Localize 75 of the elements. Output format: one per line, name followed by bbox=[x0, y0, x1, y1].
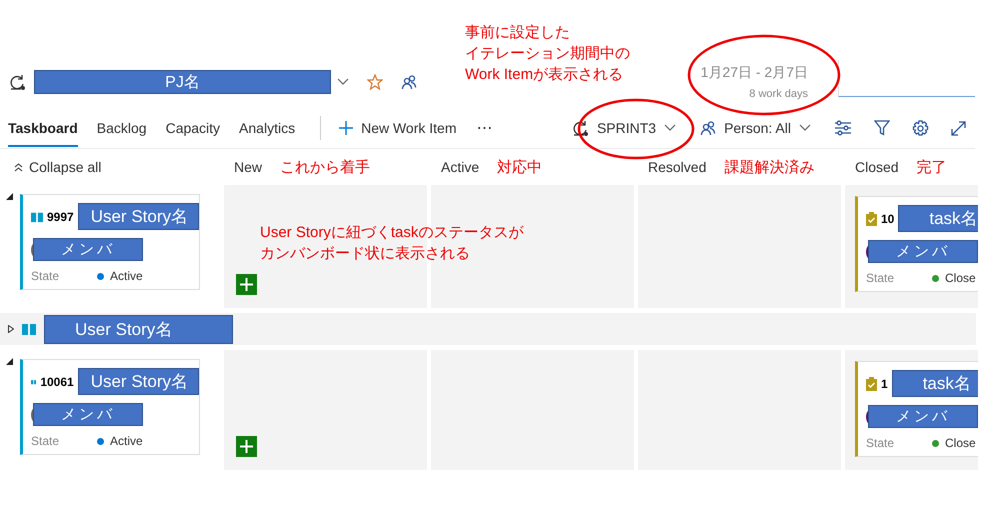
state-value: Active bbox=[110, 434, 143, 448]
book-icon bbox=[31, 210, 43, 222]
settings-icon[interactable] bbox=[912, 120, 929, 136]
column-header: New bbox=[234, 159, 262, 175]
column-header: Resolved bbox=[648, 159, 706, 175]
tab[interactable]: Taskboard bbox=[8, 110, 78, 146]
chevron-down-icon bbox=[337, 78, 349, 86]
chevron-down-icon bbox=[799, 124, 811, 132]
work-item-id: 10061 bbox=[40, 374, 74, 388]
chevron-down-icon bbox=[664, 124, 676, 132]
people-icon bbox=[401, 74, 417, 90]
sprint-dropdown[interactable]: SPRINT3 bbox=[560, 119, 686, 137]
clipboard-check-icon bbox=[866, 376, 877, 390]
annotation-text: 対応中 bbox=[497, 158, 542, 176]
person-filter-dropdown[interactable]: Person: All bbox=[690, 120, 821, 136]
plus-icon bbox=[339, 121, 354, 135]
title-label: task名 bbox=[892, 370, 978, 397]
book-icon bbox=[22, 323, 36, 335]
annotation-text: User Storyに紐づくtaskのステータスが bbox=[260, 223, 524, 243]
annotation-text: Work Itemが表示される bbox=[465, 65, 624, 85]
tab[interactable]: Capacity bbox=[166, 110, 220, 146]
annotation-text: 課題解決済み bbox=[724, 158, 814, 176]
work-item-id: 1 bbox=[881, 376, 888, 390]
task-card[interactable]: 10 task名 メンバ State Close bbox=[855, 196, 978, 292]
iteration-dates: 1月27日 - 2月7日 bbox=[700, 64, 808, 82]
new-work-item-button[interactable]: New Work Item bbox=[329, 120, 467, 136]
collapse-all-link[interactable]: Collapse all bbox=[29, 159, 102, 175]
member-label: メンバ bbox=[33, 403, 143, 426]
title-label: User Story名 bbox=[44, 314, 233, 344]
expand-arrow-icon bbox=[8, 325, 14, 333]
collapsed-row[interactable]: User Story名 bbox=[0, 313, 976, 345]
state-label: State bbox=[31, 434, 60, 448]
star-icon[interactable] bbox=[367, 74, 383, 90]
state-value: Close bbox=[945, 271, 976, 285]
member-label: メンバ bbox=[868, 405, 978, 428]
collapse-all-icon bbox=[14, 162, 23, 172]
clipboard-check-icon bbox=[866, 212, 877, 226]
member-label: メンバ bbox=[868, 240, 978, 263]
tab[interactable]: Backlog bbox=[96, 110, 147, 146]
annotation-text: 完了 bbox=[916, 158, 947, 176]
expand-icon[interactable] bbox=[951, 120, 966, 136]
annotation-text: 事前に設定した bbox=[465, 23, 571, 43]
tab[interactable]: Analytics bbox=[239, 110, 296, 146]
work-item-id: 9997 bbox=[47, 210, 74, 224]
column-header: Active bbox=[441, 159, 480, 175]
collapse-arrow-icon[interactable] bbox=[6, 358, 13, 365]
story-card[interactable]: 10061 User Story名 メンバ State Active bbox=[20, 359, 200, 455]
iteration-icon bbox=[570, 119, 589, 137]
state-label: State bbox=[31, 269, 60, 283]
add-icon[interactable] bbox=[236, 274, 257, 295]
member-label: メンバ bbox=[33, 238, 143, 261]
title-label: task名 bbox=[898, 205, 978, 232]
annotation-text: イテレーション期間中の bbox=[465, 44, 630, 64]
state-label: State bbox=[866, 271, 896, 285]
annotation-text: これから着手 bbox=[280, 158, 370, 176]
input-field[interactable] bbox=[838, 60, 975, 96]
sliders-icon[interactable] bbox=[834, 120, 852, 136]
story-card[interactable]: 9997 User Story名 メンバ State Active bbox=[20, 194, 200, 290]
state-value: Close bbox=[945, 436, 976, 450]
iteration-icon bbox=[8, 73, 26, 91]
collapse-arrow-icon[interactable] bbox=[6, 193, 13, 200]
work-days: 8 work days bbox=[749, 88, 808, 100]
work-item-id: 10 bbox=[881, 212, 894, 226]
column-header: Closed bbox=[855, 159, 899, 175]
title-label: User Story名 bbox=[78, 368, 199, 395]
state-label: State bbox=[866, 436, 896, 450]
add-icon[interactable] bbox=[236, 436, 257, 457]
more-button[interactable]: ⋯ bbox=[466, 118, 504, 138]
filter-icon[interactable] bbox=[874, 120, 890, 136]
annotation-text: カンバンボード状に表示される bbox=[260, 244, 471, 264]
state-value: Active bbox=[110, 269, 143, 283]
project-label: PJ名 bbox=[34, 70, 331, 94]
task-card[interactable]: 1 task名 メンバ State Close bbox=[855, 361, 978, 457]
people-icon bbox=[700, 120, 716, 136]
title-label: User Story名 bbox=[78, 203, 199, 230]
